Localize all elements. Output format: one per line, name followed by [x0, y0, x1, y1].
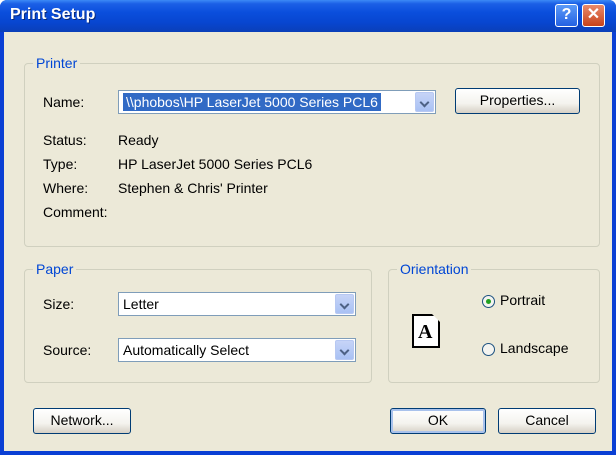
size-label: Size: [43, 296, 75, 312]
landscape-label[interactable]: Landscape [500, 340, 569, 356]
status-value: Ready [118, 132, 159, 148]
source-label: Source: [43, 342, 92, 358]
properties-button[interactable]: Properties... [455, 88, 580, 114]
paper-size-value: Letter [123, 296, 159, 312]
portrait-radio[interactable] [482, 295, 495, 308]
where-value: Stephen & Chris' Printer [118, 180, 268, 196]
portrait-label[interactable]: Portrait [500, 292, 545, 308]
portrait-page-icon: A [412, 314, 440, 348]
cancel-button[interactable]: Cancel [498, 408, 596, 434]
page-letter: A [418, 321, 433, 343]
printer-name-value: \\phobos\HP LaserJet 5000 Series PCL6 [123, 93, 381, 111]
paper-legend: Paper [33, 261, 77, 277]
paper-group: Paper [24, 261, 372, 383]
chevron-down-icon[interactable] [335, 294, 354, 314]
where-label: Where: [43, 180, 89, 196]
status-label: Status: [43, 132, 87, 148]
chevron-down-icon[interactable] [415, 92, 434, 112]
title-bar: Print Setup ? ✕ [0, 0, 616, 32]
orientation-legend: Orientation [397, 261, 472, 277]
type-label: Type: [43, 156, 78, 172]
paper-size-combobox[interactable]: Letter [118, 292, 356, 316]
window-title: Print Setup [10, 6, 96, 23]
help-button[interactable]: ? [555, 4, 578, 27]
printer-name-combobox[interactable]: \\phobos\HP LaserJet 5000 Series PCL6 [118, 90, 436, 114]
paper-source-combobox[interactable]: Automatically Select [118, 338, 356, 362]
landscape-radio[interactable] [482, 343, 495, 356]
dialog-body: Printer Name: \\phobos\HP LaserJet 5000 … [4, 32, 612, 451]
network-button[interactable]: Network... [33, 408, 131, 434]
print-setup-window: Print Setup ? ✕ Printer Name: \\phobos\H… [0, 0, 616, 455]
comment-label: Comment: [43, 204, 108, 220]
close-button[interactable]: ✕ [582, 4, 605, 27]
printer-name-label: Name: [43, 94, 85, 110]
printer-legend: Printer [33, 55, 81, 71]
type-value: HP LaserJet 5000 Series PCL6 [118, 156, 313, 172]
ok-button[interactable]: OK [390, 408, 486, 434]
paper-source-value: Automatically Select [123, 342, 250, 358]
chevron-down-icon[interactable] [335, 340, 354, 360]
